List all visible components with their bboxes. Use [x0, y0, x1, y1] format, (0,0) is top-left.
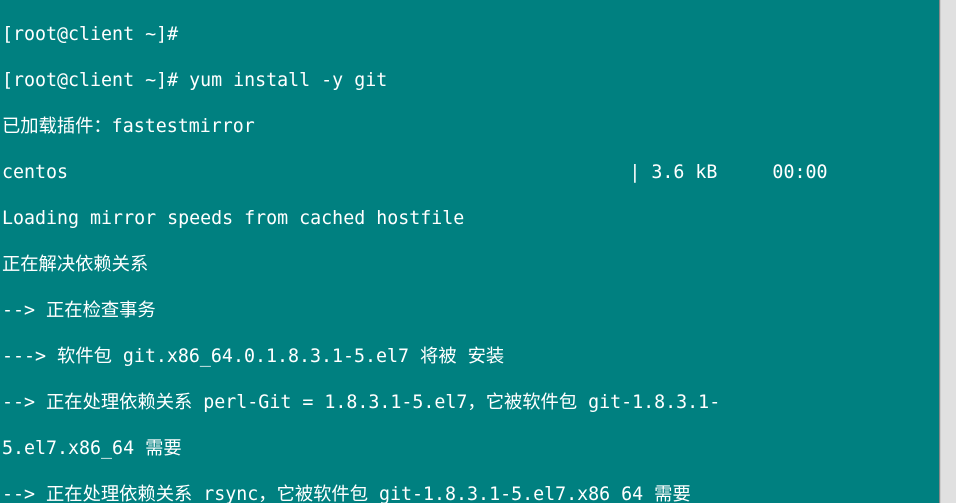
terminal-line: [root@client ~]# [2, 23, 937, 46]
terminal-line: Loading mirror speeds from cached hostfi… [2, 207, 937, 230]
terminal-line: 正在解决依赖关系 [2, 253, 937, 276]
terminal-line: 5.el7.x86_64 需要 [2, 437, 937, 460]
scroll-track[interactable] [941, 0, 956, 503]
terminal-line: --> 正在处理依赖关系 perl-Git = 1.8.3.1-5.el7，它被… [2, 391, 937, 414]
terminal-line: --> 正在检查事务 [2, 299, 937, 322]
vertical-scrollbar[interactable] [940, 0, 956, 503]
terminal-line: centos | 3.6 kB 00:00 [2, 161, 937, 184]
terminal-output[interactable]: [root@client ~]# [root@client ~]# yum in… [0, 0, 940, 503]
terminal-line: --> 正在处理依赖关系 rsync，它被软件包 git-1.8.3.1-5.e… [2, 483, 937, 503]
terminal-line: ---> 软件包 git.x86_64.0.1.8.3.1-5.el7 将被 安… [2, 345, 937, 368]
terminal-line: 已加载插件：fastestmirror [2, 115, 937, 138]
terminal-line: [root@client ~]# yum install -y git [2, 69, 937, 92]
